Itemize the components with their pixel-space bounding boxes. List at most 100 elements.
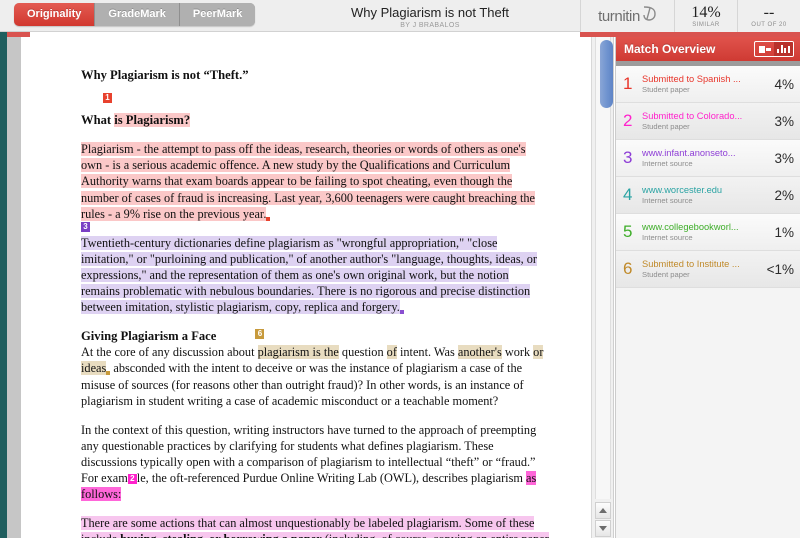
match-list: 1 Submitted to Spanish ... Student paper… bbox=[616, 66, 800, 288]
grade-label: OUT OF 20 bbox=[751, 22, 786, 28]
heading-what-prefix: What bbox=[81, 113, 114, 127]
panel-view-icon[interactable] bbox=[755, 42, 774, 56]
match-row-1[interactable]: 1 Submitted to Spanish ... Student paper… bbox=[616, 66, 800, 103]
turnitin-originality-report: Originality GradeMark PeerMark Why Plagi… bbox=[0, 0, 800, 538]
match-row-4[interactable]: 4 www.worcester.edu Internet source 2% bbox=[616, 177, 800, 214]
paragraph-definition: Plagiarism - the attempt to pass off the… bbox=[81, 141, 549, 221]
paragraph-definition-highlight[interactable]: Plagiarism - the attempt to pass off the… bbox=[81, 142, 535, 220]
para3-highlight-2[interactable]: of bbox=[387, 345, 397, 359]
match-overview-sidebar: Match Overview 1 Submitted t bbox=[615, 37, 800, 538]
match-type-3: Internet source bbox=[642, 159, 756, 169]
match-overview-header: Match Overview bbox=[616, 37, 800, 61]
document-page: Why Plagiarism is not “Theft.” 1 What is… bbox=[21, 37, 591, 538]
view-tab-group: Originality GradeMark PeerMark bbox=[14, 3, 255, 26]
match-end-tick-6 bbox=[106, 371, 110, 375]
match-type-1: Student paper bbox=[642, 85, 756, 95]
similarity-label: SIMILAR bbox=[692, 22, 720, 28]
chevron-up-icon bbox=[599, 508, 607, 513]
match-number-1: 1 bbox=[623, 75, 640, 93]
match-type-4: Internet source bbox=[642, 196, 756, 206]
match-end-tick-1 bbox=[266, 217, 270, 221]
para3-highlight-1[interactable]: plagiarism is the bbox=[258, 345, 339, 359]
para3-text-5: absconded with the intent to deceive or … bbox=[81, 361, 524, 407]
paragraph-dictionaries-highlight[interactable]: Twentieth-century dictionaries define pl… bbox=[81, 236, 537, 314]
header-left-region: Originality GradeMark PeerMark Why Plagi… bbox=[0, 0, 580, 32]
match-percent-2: 3% bbox=[756, 114, 794, 129]
app-header: Originality GradeMark PeerMark Why Plagi… bbox=[0, 0, 800, 32]
heading-what-highlight[interactable]: is Plagiarism? bbox=[114, 113, 190, 127]
quote-bold-1[interactable]: buying, stealing, or borrowing a paper bbox=[120, 532, 321, 538]
match-number-4: 4 bbox=[623, 186, 640, 204]
match-row-5[interactable]: 5 www.collegebookworl... Internet source… bbox=[616, 214, 800, 251]
tab-peermark-label: PeerMark bbox=[193, 8, 243, 20]
match-percent-3: 3% bbox=[756, 151, 794, 166]
heading-giving-plagiarism-a-face: Giving Plagiarism a Face bbox=[81, 329, 216, 343]
match-marker-3[interactable]: 3 bbox=[81, 222, 90, 232]
turnitin-wordmark: turnitin bbox=[598, 8, 640, 25]
match-marker-1[interactable]: 1 bbox=[103, 93, 112, 103]
turnitin-leaf-icon bbox=[641, 5, 657, 27]
document-viewer[interactable]: Why Plagiarism is not “Theft.” 1 What is… bbox=[21, 37, 591, 538]
tab-grademark-label: GradeMark bbox=[108, 8, 165, 20]
match-percent-4: 2% bbox=[756, 188, 794, 203]
match-marker-6[interactable]: 6 bbox=[255, 329, 264, 339]
para4-text-2: le, the oft-referenced Purdue Online Wri… bbox=[137, 471, 526, 485]
match-view-toggle bbox=[754, 41, 794, 57]
tab-originality[interactable]: Originality bbox=[14, 3, 94, 26]
match-row-6[interactable]: 6 Submitted to Institute ... Student pap… bbox=[616, 251, 800, 288]
similarity-value: 14% bbox=[691, 5, 720, 20]
chevron-down-icon bbox=[599, 526, 607, 531]
match-number-2: 2 bbox=[623, 112, 640, 130]
tab-grademark[interactable]: GradeMark bbox=[94, 3, 178, 26]
match-percent-6: <1% bbox=[756, 262, 794, 277]
scrollbar-track[interactable] bbox=[595, 37, 611, 499]
heading-what-is-plagiarism: 1 What is Plagiarism? bbox=[81, 96, 549, 128]
scroll-up-button[interactable] bbox=[595, 502, 611, 519]
paragraph-core-of-discussion: At the core of any discussion about plag… bbox=[81, 344, 549, 408]
match-row-3[interactable]: 3 www.infant.anonseto... Internet source… bbox=[616, 140, 800, 177]
paragraph-context-of-question: In the context of this question, writing… bbox=[81, 422, 549, 502]
match-row-2[interactable]: 2 Submitted to Colorado... Student paper… bbox=[616, 103, 800, 140]
grade-value: -- bbox=[764, 5, 775, 20]
brand-score-bar: turnitin 14% SIMILAR -- OUT OF 20 bbox=[580, 0, 800, 32]
para3-highlight-3[interactable]: another's bbox=[458, 345, 502, 359]
match-type-6: Student paper bbox=[642, 270, 756, 280]
match-number-6: 6 bbox=[623, 260, 640, 278]
match-source-4[interactable]: www.worcester.edu bbox=[642, 184, 756, 196]
para3-text-3: intent. Was bbox=[397, 345, 458, 359]
paragraph-dictionaries: Twentieth-century dictionaries define pl… bbox=[81, 235, 549, 315]
similarity-score[interactable]: 14% SIMILAR bbox=[675, 0, 738, 32]
match-source-2[interactable]: Submitted to Colorado... bbox=[642, 110, 756, 122]
match-source-3[interactable]: www.infant.anonseto... bbox=[642, 147, 756, 159]
bar-chart-view-icon[interactable] bbox=[774, 42, 793, 56]
page-title: Why Plagiarism is not Theft bbox=[280, 5, 580, 20]
match-marker-2[interactable]: 2 bbox=[128, 474, 137, 484]
match-overview-title: Match Overview bbox=[624, 42, 754, 56]
grade-score[interactable]: -- OUT OF 20 bbox=[738, 0, 800, 32]
turnitin-logo: turnitin bbox=[581, 0, 675, 32]
match-number-5: 5 bbox=[623, 223, 640, 241]
match-source-1[interactable]: Submitted to Spanish ... bbox=[642, 73, 756, 85]
match-source-6[interactable]: Submitted to Institute ... bbox=[642, 258, 756, 270]
match-type-2: Student paper bbox=[642, 122, 756, 132]
para3-text-1: At the core of any discussion about bbox=[81, 345, 258, 359]
document-scrollbar[interactable] bbox=[591, 37, 614, 538]
tab-originality-label: Originality bbox=[27, 8, 81, 20]
match-number-3: 3 bbox=[623, 149, 640, 167]
scroll-down-button[interactable] bbox=[595, 520, 611, 537]
para3-text-2: question bbox=[339, 345, 387, 359]
tab-peermark[interactable]: PeerMark bbox=[179, 3, 256, 26]
left-edge-accent bbox=[0, 32, 7, 538]
document-heading-main: Why Plagiarism is not “Theft.” bbox=[81, 67, 549, 83]
blockquote-owl-definition: There are some actions that can almost u… bbox=[81, 515, 549, 538]
document-title-block: Why Plagiarism is not Theft BY J BRABALO… bbox=[280, 0, 580, 32]
scrollbar-thumb[interactable] bbox=[600, 40, 613, 108]
match-type-5: Internet source bbox=[642, 233, 756, 243]
match-end-tick-3 bbox=[400, 310, 404, 314]
document-author: BY J BRABALOS bbox=[280, 22, 580, 29]
heading-giving-plagiarism-a-face-row: Giving Plagiarism a Face 6 bbox=[81, 328, 549, 344]
left-gutter bbox=[7, 37, 21, 538]
para3-text-4: work bbox=[502, 345, 533, 359]
match-source-5[interactable]: www.collegebookworl... bbox=[642, 221, 756, 233]
match-percent-5: 1% bbox=[756, 225, 794, 240]
